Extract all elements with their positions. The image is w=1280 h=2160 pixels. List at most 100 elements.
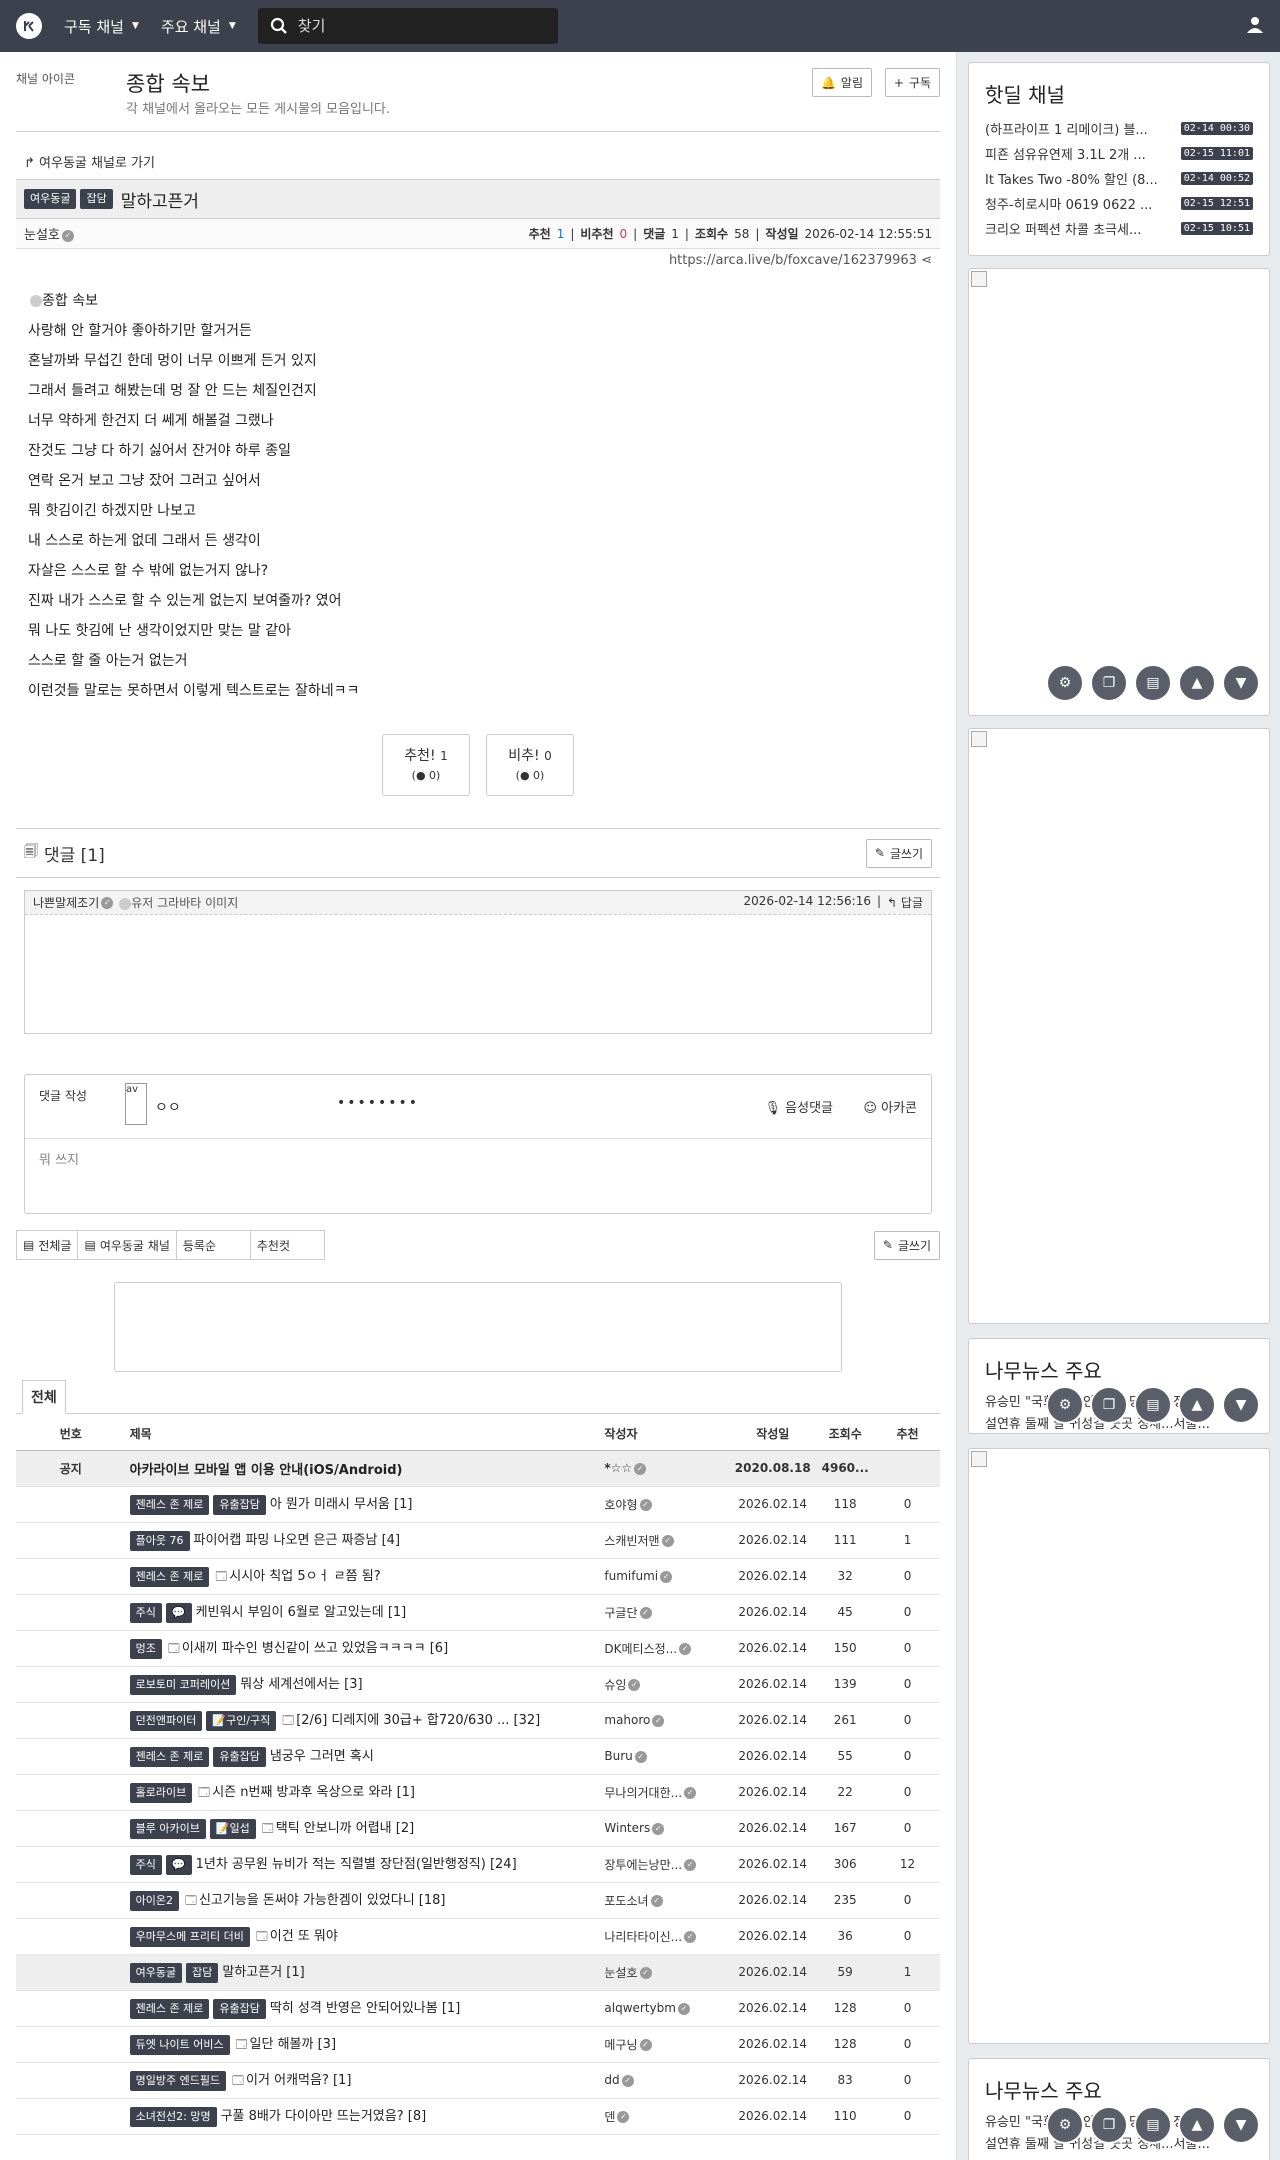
news-title[interactable]: 나무뉴스 주요 [969, 1339, 1269, 1392]
rec-cut-select[interactable]: 추천컷 [249, 1230, 325, 1260]
row-no [16, 1810, 126, 1847]
hotdeal-item[interactable]: 크리오 퍼펙션 차콜 초극세... 02-15 10:51 [969, 216, 1269, 241]
table-row[interactable]: 젠레스 존 제로 🗔 시시아 칙업 5ㅇㅓ ㄹ쯤 됨? fumifumi ✓ 2026.0… [16, 1558, 940, 1595]
back-to-channel-link[interactable]: ↱ 여우동굴 채널로 가기 [16, 152, 940, 171]
copy-icon[interactable]: ❐ [1090, 664, 1128, 702]
hotdeal-item[interactable]: 피죤 섬유유연제 3.1L 2개 ... 02-15 11:01 [969, 141, 1269, 166]
all-posts-tab[interactable]: ▤ 전체글 [16, 1230, 79, 1260]
table-row[interactable]: 소녀전선2: 망명 구풀 8배가 다이아만 뜨는거였음? [8] 덴 ✓ 2026.02… [16, 2098, 940, 2135]
table-row[interactable]: 주식 💬 케빈워시 부임이 6월로 알고있는데 [1] 구글단 ✓ 2026.02.14 4… [16, 1594, 940, 1631]
row-author-name: *☆☆ [604, 1461, 633, 1475]
subscribe-label: 구독 [908, 76, 931, 90]
row-rec: 0 [875, 1738, 940, 1775]
table-row[interactable]: 젠레스 존 제로 유출잡담 아 뭔가 미래시 무서움 [1] 호야형 ✓ 2026.02.… [16, 1486, 940, 1523]
downvote-label: 비추! [508, 748, 540, 764]
table-row[interactable]: 던전앤파이터 📝구인/구직 🗔 [2/6] 디레지에 30급+ 합720/630 ..… [16, 1702, 940, 1739]
logo-icon [20, 17, 38, 35]
hotdeal-item[interactable]: (하프라이프 1 리메이크) 블... 02-14 00:30 [969, 116, 1269, 141]
row-author: 포도소녀 ✓ [600, 1882, 731, 1919]
table-row[interactable]: 주식 💬 1년차 공무원 뉴비가 적는 직렬별 장단점(일반행정직) [24] 장투에… [16, 1846, 940, 1883]
table-row[interactable]: 멍조 🗔 이새끼 파수인 병신같이 쓰고 있었음ㅋㅋㅋㅋ [6] DK메티스정... ✓… [16, 1630, 940, 1667]
scroll-up-icon[interactable]: ▲ [1178, 2106, 1216, 2144]
table-row[interactable]: 젠레스 존 제로 유출잡담 냄궁우 그러면 혹시 Buru ✓ 2026.02.14 55 0 [16, 1738, 940, 1775]
table-row[interactable]: 젠레스 존 제로 유출잡담 딱히 성격 반영은 안되어있나봄 [1] alqwerty… [16, 1990, 940, 2027]
search-icon[interactable] [270, 17, 288, 35]
settings-icon[interactable]: ⚙ [1046, 664, 1084, 702]
settings-icon[interactable]: ⚙ [1046, 1386, 1084, 1424]
copy-icon[interactable]: ❐ [1090, 1386, 1128, 1424]
password-field[interactable]: •••••••• [337, 1095, 419, 1111]
row-rec: 0 [875, 2098, 940, 2135]
table-row[interactable]: 플아웃 76 파이어캡 파밍 나오면 은근 짜증남 [4] 스캐빈저맨 ✓ 2026.0… [16, 1522, 940, 1559]
row-date: 2026.02.14 [730, 1918, 816, 1955]
share-icon[interactable]: ⋖ [921, 253, 932, 268]
category-badge[interactable]: 잡담 [80, 189, 113, 209]
article-line: 그래서 들려고 해봤는데 멍 잘 안 드는 체질인건지 [28, 383, 317, 399]
upvote-button[interactable]: 추천! 1 (● 0) [382, 734, 470, 796]
table-row[interactable]: 로보토미 코퍼레이션 뭐상 세계선에서는 [3] 슈잉 ✓ 2026.02.14 139 0 [16, 1666, 940, 1703]
table-row[interactable]: 아이온2 🗔 신고기능을 돈써야 가능한겜이 있었다니 [18] 포도소녀 ✓ 2026.… [16, 1882, 940, 1919]
scroll-down-icon[interactable]: ▼ [1222, 2106, 1260, 2144]
separator: | [684, 226, 689, 241]
hotdeal-item[interactable]: 청주-히로시마 0619 0622 ... 02-15 12:51 [969, 191, 1269, 216]
channel-badge[interactable]: 여우동굴 [24, 189, 77, 209]
broken-image-icon [30, 295, 42, 307]
list-icon[interactable]: ▤ [1134, 664, 1172, 702]
row-title: 멍조 🗔 이새끼 파수인 병신같이 쓰고 있었음ㅋㅋㅋㅋ [6] [125, 1630, 601, 1667]
arcalive-logo[interactable] [16, 13, 42, 39]
notice-row[interactable]: 공지 아카라이브 모바일 앱 이용 안내(iOS/Android) *☆☆ ✓ 2… [16, 1450, 940, 1487]
hotdeal-item[interactable]: It Takes Two -80% 할인 (8... 02-14 00:52 [969, 166, 1269, 191]
arcacon-button[interactable]: ☺ 아카콘 [863, 1097, 917, 1116]
copy-icon[interactable]: ❐ [1090, 2106, 1128, 2144]
subscribe-button[interactable]: + 구독 [884, 68, 940, 97]
table-row[interactable]: 우마무스메 프리티 더비 🗔 이건 또 뭐야 나리타타이신... ✓ 2026.02.14… [16, 1918, 940, 1955]
row-author-name: 메구닝 [604, 2037, 638, 2052]
board-title[interactable]: 종합 속보 [126, 68, 210, 98]
news-title[interactable]: 나무뉴스 주요 [969, 2059, 1269, 2112]
verified-icon: ✓ [639, 1967, 652, 1979]
subscribed-channels-menu[interactable]: 구독 채널 ▼ [64, 16, 139, 37]
row-rec: 0 [875, 1594, 940, 1631]
comment-textarea[interactable]: 뭐 쓰지 [25, 1139, 931, 1178]
table-row[interactable]: 블루 아카이브 📝일섭 🗔 택틱 안보니까 어렵내 [2] Winters ✓ 2026.0… [16, 1810, 940, 1847]
caret-down-icon: ▼ [131, 21, 139, 31]
tab-label: 전체글 [38, 1238, 72, 1253]
downvote-button[interactable]: 비추! 0 (● 0) [486, 734, 574, 796]
channel-posts-tab[interactable]: ▤ 여우동굴 채널 [77, 1230, 177, 1260]
ad-card-2[interactable] [968, 728, 1270, 1324]
scroll-down-icon[interactable]: ▼ [1222, 1386, 1260, 1424]
reply-button[interactable]: ↰ 답글 [887, 894, 923, 911]
row-author-name: 무나의거대한... [604, 1785, 683, 1800]
broken-image-icon [971, 1451, 987, 1467]
hotdeal-title[interactable]: 핫딜 채널 [969, 63, 1269, 116]
write-button-bottom[interactable]: ✎ 글쓰기 [873, 1230, 940, 1260]
nickname-field[interactable]: ㅇㅇ [155, 1097, 181, 1117]
settings-icon[interactable]: ⚙ [1046, 2106, 1084, 2144]
scroll-up-icon[interactable]: ▲ [1178, 664, 1216, 702]
voice-comment-button[interactable]: 🎙 음성댓글 [765, 1097, 834, 1116]
table-row[interactable]: 명일방주 엔드필드 🗔 이거 어캐먹음? [1] dd ✓ 2026.02.14 83 0 [16, 2062, 940, 2099]
ad-banner[interactable] [114, 1282, 842, 1372]
list-icon[interactable]: ▤ [1134, 2106, 1172, 2144]
article-url[interactable]: https://arca.live/b/foxcave/162379963 ⋖ [16, 249, 940, 272]
write-button-top[interactable]: ✎ 글쓰기 [865, 838, 932, 868]
comment-author[interactable]: 나쁜말제조기 [33, 894, 99, 911]
table-row[interactable]: 여우동굴 잡담 말하고픈거 [1] 눈설호 ✓ 2026.02.14 59 1 [16, 1954, 940, 1991]
major-channels-menu[interactable]: 주요 채널 ▼ [161, 16, 236, 37]
sort-select[interactable]: 등록순 [175, 1230, 251, 1260]
list-icon[interactable]: ▤ [1134, 1386, 1172, 1424]
table-row[interactable]: 듀엣 나이트 어비스 🗔 일단 해볼까 [3] 메구닝 ✓ 2026.02.14 128 0 [16, 2026, 940, 2063]
article-list: 번호 제목 작성자 작성일 조회수 추천 공지 아카라이브 모바일 앱 이용 안… [16, 1418, 940, 2135]
ad-card-3[interactable] [968, 1448, 1270, 2044]
scroll-down-icon[interactable]: ▼ [1222, 664, 1260, 702]
user-icon[interactable] [1244, 14, 1266, 36]
search-input[interactable] [297, 17, 538, 35]
alarm-button[interactable]: 🔔 알림 [811, 68, 872, 97]
table-row[interactable]: 홀로라이브 🗔 시즌 n번째 방과후 옥상으로 와라 [1] 무나의거대한... ✓ 20… [16, 1774, 940, 1811]
scroll-up-icon[interactable]: ▲ [1178, 1386, 1216, 1424]
caret-down-icon: ▼ [228, 21, 236, 31]
tab-all[interactable]: 전체 [22, 1380, 66, 1414]
category-badge: 멍조 [129, 1639, 162, 1659]
ad-card-1[interactable] [968, 268, 1270, 716]
article-author[interactable]: 눈설호 ✓ [24, 224, 74, 243]
